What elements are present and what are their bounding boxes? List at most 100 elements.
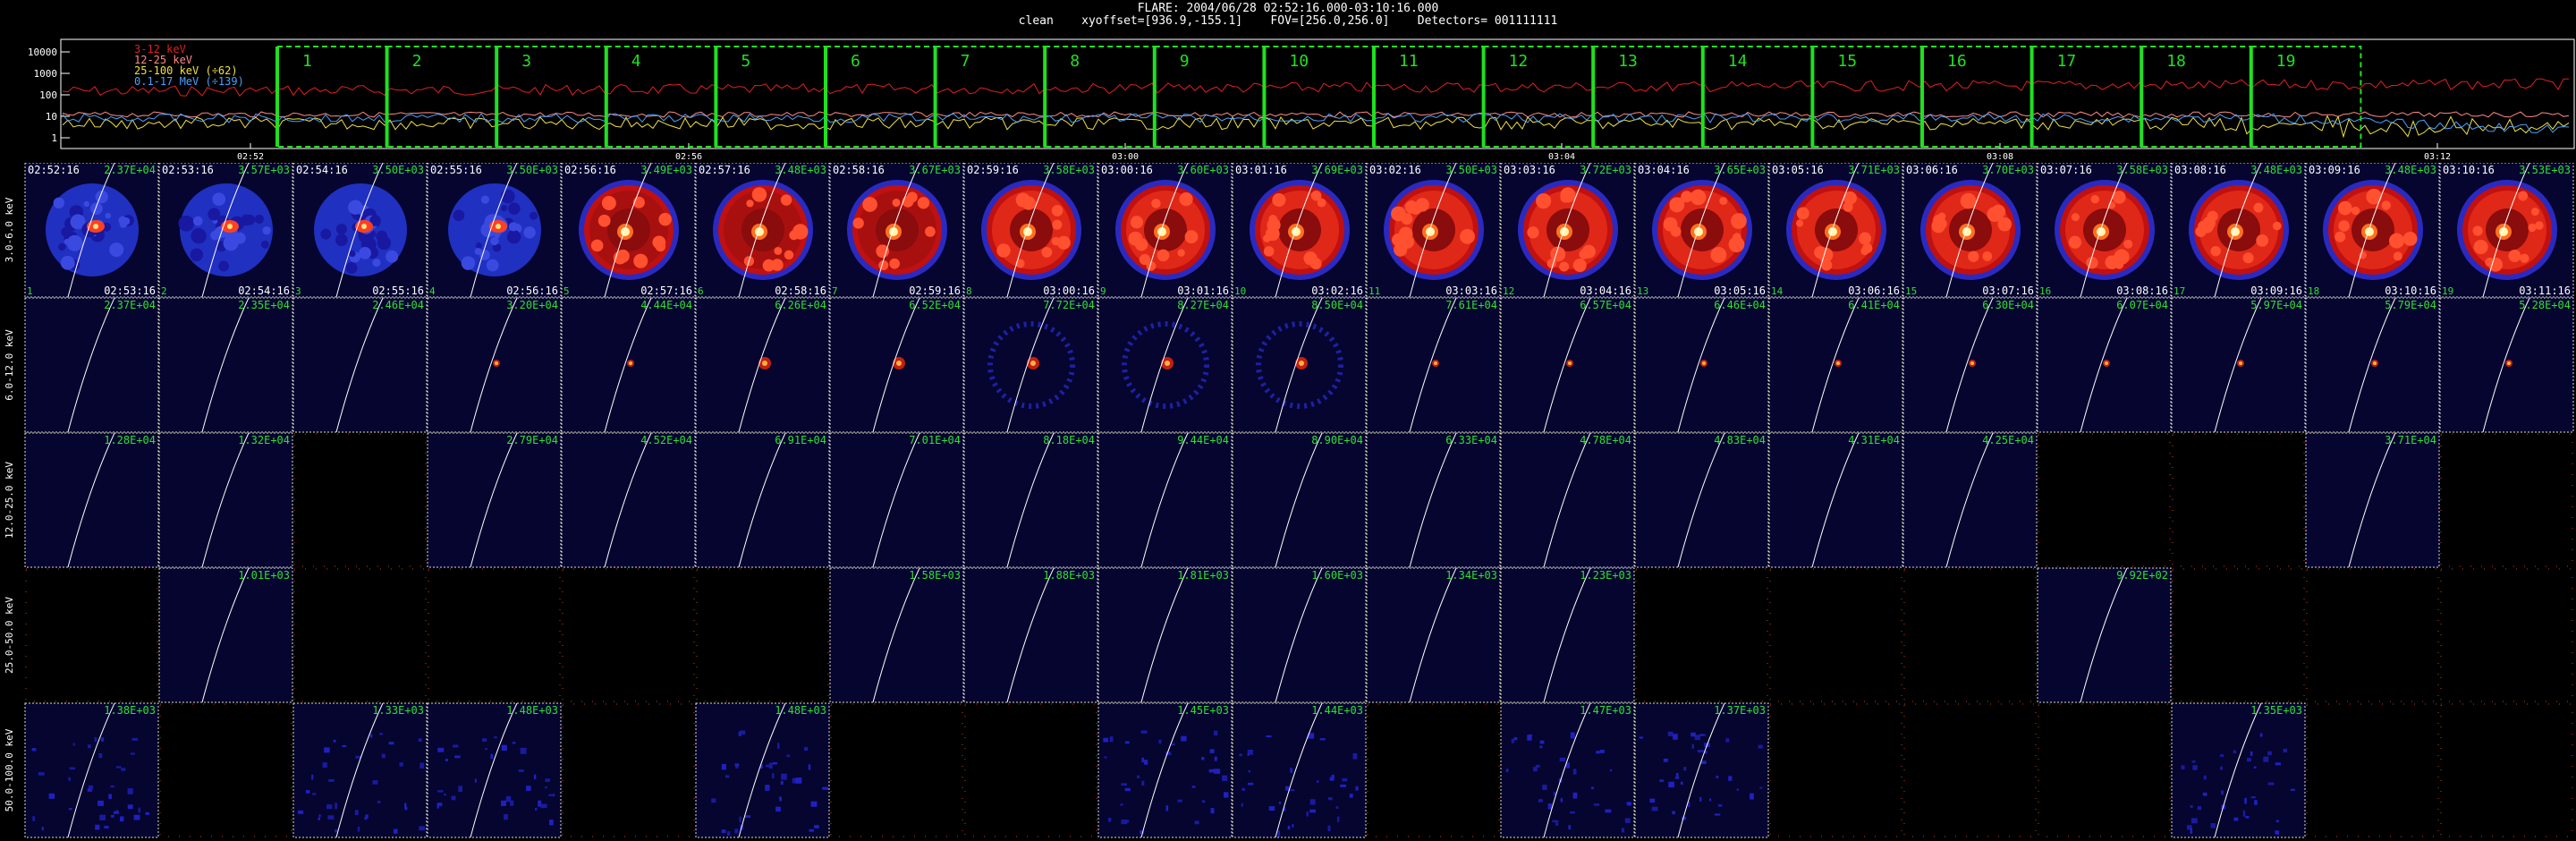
noise-speckle: [2290, 788, 2296, 791]
image-cell: 2.35E+04: [158, 297, 293, 433]
noise-speckle: [780, 780, 784, 786]
cell-background: [2306, 433, 2439, 567]
end-time: 03:02:16: [1311, 285, 1363, 297]
image-cell: 1.37E+03: [1634, 702, 1769, 838]
noise-speckle: [99, 814, 106, 820]
cell-background: [696, 433, 829, 567]
noise-speckle: [1287, 825, 1291, 830]
frame-number: 11: [1368, 285, 1380, 297]
noise-speckle: [1560, 798, 1563, 803]
lightcurve-series: [62, 78, 2570, 98]
noise-speckle: [1659, 779, 1665, 782]
speckle: [191, 227, 207, 244]
noise-speckle: [1306, 811, 1309, 817]
image-cell: 9.44E+04: [1097, 432, 1233, 568]
frame-number: 4: [429, 285, 436, 297]
x-tick-label: 03:08: [1987, 152, 2013, 162]
bright-patch: [878, 259, 889, 270]
noise-speckle: [1717, 803, 1723, 807]
speckle: [118, 216, 127, 225]
bright-patch: [1179, 192, 1193, 207]
noise-speckle: [1513, 736, 1518, 741]
noise-speckle: [131, 737, 139, 741]
image-cell: 1.58E+03: [829, 567, 964, 703]
noise-speckle: [121, 768, 126, 771]
bright-patch: [996, 243, 1011, 258]
peak-value: 1.32E+04: [238, 434, 290, 446]
frame-number: 9: [1100, 285, 1106, 297]
noise-speckle: [1177, 799, 1182, 803]
noise-speckle: [127, 804, 133, 810]
frame-number: 19: [2442, 285, 2453, 297]
speckle: [60, 255, 75, 270]
image-cell: 1.34E+03: [1366, 567, 1501, 703]
bright-patch: [1960, 192, 1977, 209]
interval-box: [496, 46, 607, 148]
noise-speckle: [795, 777, 802, 784]
speckle: [474, 248, 482, 255]
image-cell: [2306, 568, 2439, 702]
image-cell: 1.23E+03: [1500, 567, 1635, 703]
image-cell: 4.83E+04: [1634, 432, 1769, 568]
noise-speckle: [1247, 753, 1250, 756]
image-cell: [428, 568, 561, 702]
noise-speckle: [1758, 744, 1763, 749]
noise-speckle: [1352, 752, 1358, 760]
noise-speckle: [777, 743, 780, 750]
image-cell: 8.18E+04: [963, 432, 1098, 568]
end-time: 02:58:16: [775, 285, 826, 297]
image-cell: [1367, 703, 1500, 837]
cell-background: [562, 433, 695, 567]
cell-background: [2038, 568, 2171, 702]
cell-background: [159, 433, 292, 567]
interval-box: [715, 46, 827, 148]
y-tick-label: 10: [46, 111, 57, 123]
peak-value: 2.35E+04: [238, 299, 290, 311]
noise-speckle: [393, 828, 398, 834]
end-time: 03:07:16: [1982, 285, 2034, 297]
noise-speckle: [452, 744, 459, 748]
bright-patch: [1719, 197, 1728, 206]
noise-speckle: [342, 744, 347, 748]
row-energy-label: 50.0-100.0 keV: [4, 728, 15, 811]
image-cell: 3.48E+03 02:57:16 02:58:16 6: [695, 163, 830, 298]
noise-speckle: [335, 828, 338, 832]
image-cell: 3.58E+03 02:59:16 03:00:16 8: [963, 163, 1098, 298]
noise-speckle: [1201, 757, 1205, 760]
noise-speckle: [1728, 776, 1733, 781]
empty-cell: [830, 703, 963, 837]
cell-background: [696, 703, 829, 837]
image-cell: 3.65E+03 03:04:16 03:05:16 13: [1634, 163, 1769, 298]
plot-title: FLARE: 2004/06/28 02:52:16.000-03:10:16.…: [1137, 2, 1439, 15]
noise-speckle: [1699, 734, 1706, 736]
noise-speckle: [1241, 787, 1245, 792]
speckle: [262, 225, 271, 235]
cell-background: [1903, 433, 2037, 567]
speckle: [190, 248, 204, 262]
end-time: 03:00:16: [1043, 285, 1095, 297]
noise-speckle: [305, 790, 310, 794]
image-cell: 3.69E+03 03:01:16 03:02:16 10: [1232, 163, 1367, 298]
image-cell: 3.72E+03 03:03:16 03:04:16 12: [1500, 163, 1635, 298]
bright-patch: [1559, 261, 1570, 272]
noise-speckle: [372, 780, 378, 785]
noise-speckle: [369, 734, 373, 738]
image-cell: [2172, 568, 2305, 702]
image-cell: 1.35E+03: [2171, 702, 2306, 838]
bright-patch: [1796, 219, 1804, 227]
bright-patch: [1982, 251, 1993, 261]
noise-speckle: [1697, 750, 1704, 753]
peak-value: 3.50E+03: [506, 164, 558, 176]
noise-speckle: [72, 743, 75, 746]
noise-speckle: [2275, 762, 2281, 766]
cell-background: [25, 298, 158, 432]
noise-speckle: [490, 753, 494, 760]
speckle: [494, 233, 500, 239]
noise-speckle: [739, 816, 741, 823]
bright-patch: [1796, 207, 1809, 220]
noise-speckle: [2191, 760, 2196, 763]
noise-speckle: [41, 827, 44, 831]
image-cell: 8.50E+04: [1232, 297, 1367, 433]
start-time: 03:09:16: [2309, 164, 2360, 176]
noise-speckle: [1224, 792, 1229, 798]
